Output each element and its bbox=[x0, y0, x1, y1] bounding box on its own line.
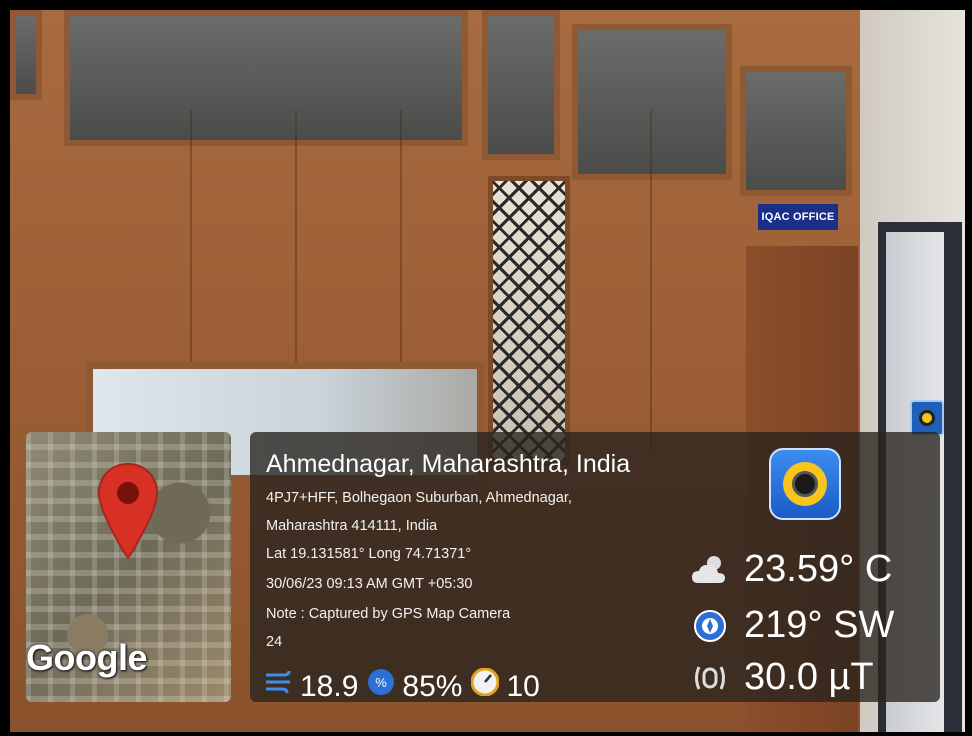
humidity-stat: % 85% bbox=[366, 660, 462, 702]
office-sign: IQAC OFFICE bbox=[758, 204, 838, 230]
screenshot-frame: IQAC OFFICE Google Ahmednagar, Maharasht… bbox=[0, 0, 972, 736]
capture-note: Note : Captured by GPS Map Camera bbox=[266, 606, 511, 622]
magnetic-stat: 30.0 µT bbox=[690, 656, 874, 699]
extra-value: 24 bbox=[266, 634, 283, 650]
address-line-2: Maharashtra 414111, India bbox=[266, 518, 438, 534]
magnet-icon bbox=[690, 658, 730, 698]
upper-glass-panel bbox=[740, 66, 852, 196]
google-logo: Google bbox=[26, 637, 148, 678]
pressure-stat: 10 bbox=[470, 660, 540, 702]
upper-glass-panel bbox=[10, 10, 42, 100]
upper-glass-panel bbox=[64, 10, 468, 146]
cloud-sun-icon bbox=[690, 550, 730, 590]
magnetic-value: 30.0 µT bbox=[744, 656, 874, 698]
wind-speed-stat: 18.9 bbox=[264, 660, 358, 702]
date-time: 30/06/23 09:13 AM GMT +05:30 bbox=[266, 576, 473, 592]
gps-camera-app-icon bbox=[769, 448, 841, 520]
wind-direction-stat: 219° SW bbox=[690, 604, 894, 647]
bottom-stats-row: 18.9 % 85% 10 bbox=[264, 660, 684, 702]
wind-icon bbox=[264, 667, 294, 697]
pressure-value: 10 bbox=[506, 670, 540, 702]
pressure-gauge-icon bbox=[470, 667, 500, 697]
map-pin-icon bbox=[97, 462, 159, 560]
svg-text:%: % bbox=[376, 675, 388, 690]
temperature-stat: 23.59° C bbox=[690, 548, 892, 591]
wind-direction-value: 219° SW bbox=[744, 604, 895, 646]
temperature-value: 23.59° C bbox=[744, 548, 893, 590]
wind-speed-value: 18.9 bbox=[300, 670, 359, 702]
humidity-value: 85% bbox=[402, 670, 463, 702]
address-line-1: 4PJ7+HFF, Bolhegaon Suburban, Ahmednagar… bbox=[266, 490, 572, 506]
location-title: Ahmednagar, Maharashtra, India bbox=[266, 450, 631, 478]
humidity-icon: % bbox=[366, 667, 396, 697]
map-thumbnail: Google bbox=[26, 432, 231, 702]
camera-app-icon bbox=[910, 400, 944, 436]
upper-glass-panel bbox=[482, 10, 560, 160]
coordinates: Lat 19.131581° Long 74.71371° bbox=[266, 546, 472, 562]
compass-icon bbox=[690, 606, 730, 646]
panel-seam bbox=[650, 110, 652, 450]
mesh-window bbox=[488, 176, 570, 466]
upper-glass-panel bbox=[572, 24, 732, 180]
